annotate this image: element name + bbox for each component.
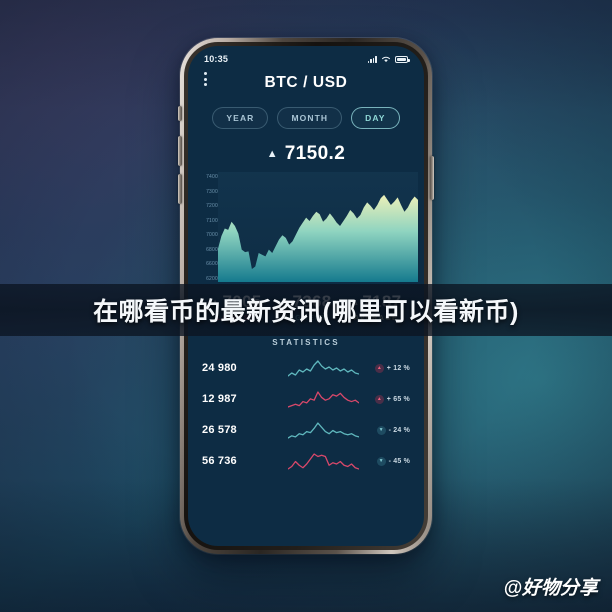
y-axis-tick: 7200 <box>206 203 218 210</box>
statistics-row-value: 24 980 <box>202 362 237 374</box>
statistics-row-change-pct: + 65 % <box>386 395 410 403</box>
statistics-row-sparkline <box>288 357 359 379</box>
statistics-heading: STATISTICS <box>272 338 340 347</box>
statistics-row-change-pct: + 12 % <box>386 364 410 372</box>
wifi-icon <box>382 56 390 63</box>
statistics-row[interactable]: 56 736 ▼ - 45 % <box>202 450 410 472</box>
statistics-row-value: 56 736 <box>202 455 237 467</box>
tab-year[interactable]: YEAR <box>212 107 269 129</box>
statistics-list: 24 980 ▲ + 12 % 12 987 ▲ + 65 % 26 578 ▼ - 24 % 5… <box>188 357 424 472</box>
watermark: @好物分享 <box>503 578 598 599</box>
phone-volume-down-button[interactable] <box>178 174 182 204</box>
statistics-row-sparkline <box>288 450 359 472</box>
phone-volume-up-button[interactable] <box>178 136 182 166</box>
statistics-row[interactable]: 26 578 ▼ - 24 % <box>202 419 410 441</box>
range-tab-group: YEAR MONTH DAY <box>188 107 424 129</box>
overlay-title: 在哪看币的最新资讯(哪里可以看新币) <box>93 298 519 326</box>
app-header: BTC / USD <box>188 66 424 94</box>
area-chart-svg <box>218 194 418 282</box>
statistics-row-change-pct: - 45 % <box>388 457 410 465</box>
statistics-row-change: ▲ + 65 % <box>364 394 410 404</box>
more-vertical-icon[interactable] <box>204 72 207 86</box>
caret-down-icon: ▼ <box>376 456 386 466</box>
caret-up-icon: ▲ <box>266 147 278 160</box>
status-time: 10:35 <box>204 54 229 64</box>
y-axis-tick: 7300 <box>206 188 218 195</box>
status-icons <box>367 55 410 63</box>
current-price: ▲ 7150.2 <box>188 143 424 165</box>
statistics-row-sparkline <box>288 419 359 441</box>
y-axis-tick: 6600 <box>206 261 218 268</box>
status-bar: 10:35 <box>188 46 424 66</box>
caret-up-icon: ▲ <box>374 394 384 404</box>
statistics-row-change: ▲ + 12 % <box>364 363 410 373</box>
statistics-row-change-pct: - 24 % <box>388 426 410 434</box>
phone-power-button[interactable] <box>430 156 434 200</box>
y-axis-tick: 7100 <box>206 217 218 224</box>
signal-bars-icon <box>367 56 377 63</box>
tab-month[interactable]: MONTH <box>277 107 343 129</box>
chart-y-axis: 7400 7300 7200 7100 7000 6800 6600 6200 <box>192 172 218 282</box>
tab-day[interactable]: DAY <box>351 107 400 129</box>
y-axis-tick: 7000 <box>206 232 218 239</box>
battery-icon <box>395 56 410 63</box>
price-chart[interactable]: 7400 7300 7200 7100 7000 6800 6600 6200 <box>188 172 424 282</box>
overlay-title-band: 在哪看币的最新资讯(哪里可以看新币) <box>0 284 612 336</box>
phone-mute-switch[interactable] <box>178 106 182 121</box>
y-axis-tick: 6200 <box>206 275 218 282</box>
statistics-row-change: ▼ - 45 % <box>364 456 410 466</box>
y-axis-tick: 7400 <box>206 174 218 180</box>
caret-up-icon: ▲ <box>374 363 384 373</box>
caret-down-icon: ▼ <box>376 425 386 435</box>
statistics-row-change: ▼ - 24 % <box>364 425 410 435</box>
statistics-row-value: 26 578 <box>202 424 237 436</box>
statistics-row[interactable]: 12 987 ▲ + 65 % <box>202 388 410 410</box>
price-value: 7150.2 <box>284 143 346 164</box>
statistics-row-value: 12 987 <box>202 393 237 405</box>
chart-plot-area[interactable] <box>218 172 418 282</box>
y-axis-tick: 6800 <box>206 246 218 253</box>
statistics-row-sparkline <box>288 388 359 410</box>
page-title: BTC / USD <box>264 74 348 91</box>
statistics-row[interactable]: 24 980 ▲ + 12 % <box>202 357 410 379</box>
